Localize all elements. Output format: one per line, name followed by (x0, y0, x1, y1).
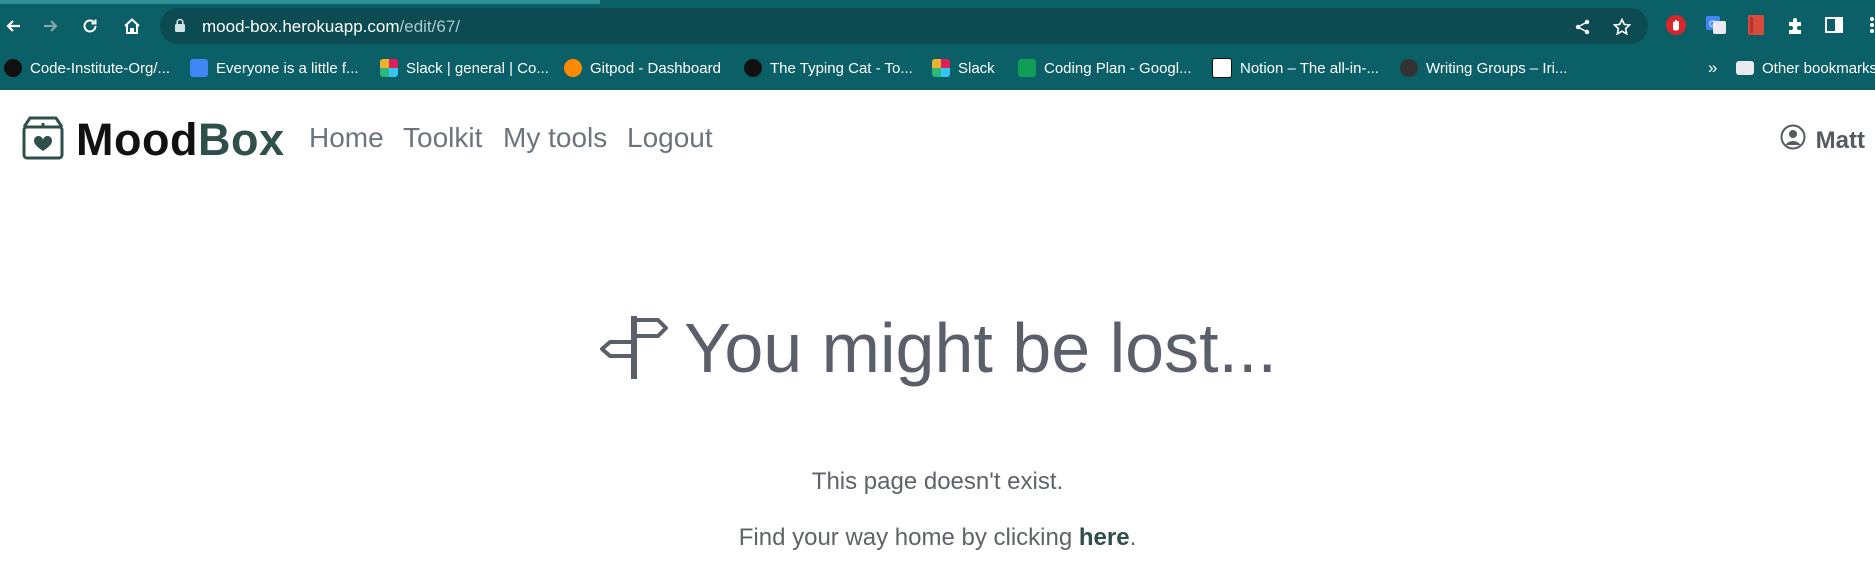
svg-text:G: G (1709, 19, 1716, 29)
signpost-icon (598, 310, 670, 387)
adblock-extension-icon[interactable] (1664, 13, 1688, 37)
user-menu[interactable]: Matt (1780, 124, 1865, 157)
nav-link-logout[interactable]: Logout (627, 122, 713, 154)
other-bookmarks-folder[interactable]: Other bookmarks (1736, 56, 1875, 80)
translate-extension-icon[interactable]: G (1704, 13, 1728, 37)
bookmarks-bar: Code-Institute-Org/... Everyone is a lit… (0, 52, 1875, 84)
bookmark-label: The Typing Cat - To... (770, 59, 913, 77)
bookmark-item[interactable]: Writing Groups – Iri... (1400, 56, 1567, 80)
browser-chrome: mood-box.herokuapp.com/edit/67/ G Code-I… (0, 0, 1875, 90)
extensions-puzzle-icon[interactable] (1784, 13, 1808, 37)
headline-text: You might be lost... (684, 309, 1277, 387)
nav-link-my-tools[interactable]: My tools (503, 122, 607, 154)
error-404-section: You might be lost... This page doesn't e… (0, 190, 1875, 570)
home-icon[interactable] (118, 12, 146, 40)
google-docs-icon (190, 59, 208, 77)
brand-name: MoodBox (76, 114, 285, 165)
bookmark-item[interactable]: Coding Plan - Googl... (1018, 56, 1192, 80)
nav-link-home[interactable]: Home (309, 122, 384, 154)
github-icon (4, 59, 22, 77)
bookmark-label: Notion – The all-in-... (1240, 59, 1379, 77)
google-sheets-icon (1018, 59, 1036, 77)
home-hint: Find your way home by clicking here. (738, 524, 1137, 551)
active-tab-indicator (0, 0, 600, 4)
bookmark-item[interactable]: The Typing Cat - To... (744, 56, 913, 80)
url-text[interactable]: mood-box.herokuapp.com/edit/67/ (202, 17, 460, 37)
slack-icon (380, 59, 398, 77)
writing-icon (1400, 59, 1418, 77)
bookmark-label: Gitpod - Dashboard (590, 59, 721, 77)
heart-box-icon (20, 115, 66, 166)
page-heading: You might be lost... (0, 308, 1875, 388)
overflow-chevron-icon: » (1708, 58, 1718, 77)
bookmark-label: Slack | general | Co... (406, 59, 549, 77)
user-circle-icon (1780, 124, 1806, 157)
site-navbar: MoodBox Home Toolkit My tools Logout Mat… (0, 90, 1875, 190)
paw-icon (744, 59, 762, 77)
bookmark-label: Code-Institute-Org/... (30, 59, 171, 77)
address-bar[interactable]: mood-box.herokuapp.com/edit/67/ (160, 8, 1648, 44)
bookmark-item[interactable]: Code-Institute-Org/... (4, 56, 170, 80)
bookmark-item[interactable]: Slack | general | Co... (380, 56, 549, 80)
bookmark-item[interactable]: Everyone is a little f... (190, 56, 359, 80)
bookmark-item[interactable]: Gitpod - Dashboard (564, 56, 721, 80)
side-panel-icon[interactable] (1822, 13, 1846, 37)
back-arrow-icon[interactable] (0, 12, 28, 40)
notion-icon (1212, 58, 1232, 78)
nav-link-toolkit[interactable]: Toolkit (403, 122, 482, 154)
forward-arrow-icon[interactable] (36, 12, 64, 40)
bookmark-label: Slack (958, 59, 995, 77)
bookmark-item[interactable]: Slack (932, 56, 995, 80)
kebab-menu-icon[interactable] (1860, 13, 1875, 37)
bookmark-star-icon[interactable] (1611, 16, 1633, 38)
lock-icon (174, 18, 186, 38)
share-icon[interactable] (1572, 16, 1594, 38)
bookmark-label: Coding Plan - Googl... (1044, 59, 1192, 77)
bookmark-item[interactable]: Notion – The all-in-... (1212, 56, 1379, 80)
folder-icon (1736, 61, 1754, 75)
bookmark-label: Writing Groups – Iri... (1426, 59, 1568, 77)
red-book-extension-icon[interactable] (1744, 13, 1768, 37)
gitpod-icon (564, 59, 582, 77)
error-message: This page doesn't exist. (811, 468, 1064, 495)
brand-logo-link[interactable]: MoodBox (20, 114, 284, 166)
other-bookmarks-label: Other bookmarks (1762, 59, 1875, 77)
home-link[interactable]: here (1079, 524, 1130, 551)
reload-icon[interactable] (76, 12, 104, 40)
user-name: Matt (1815, 126, 1865, 154)
bookmarks-overflow-button[interactable]: » (1708, 56, 1717, 80)
bookmark-label: Everyone is a little f... (216, 59, 359, 77)
slack-icon (932, 59, 950, 77)
